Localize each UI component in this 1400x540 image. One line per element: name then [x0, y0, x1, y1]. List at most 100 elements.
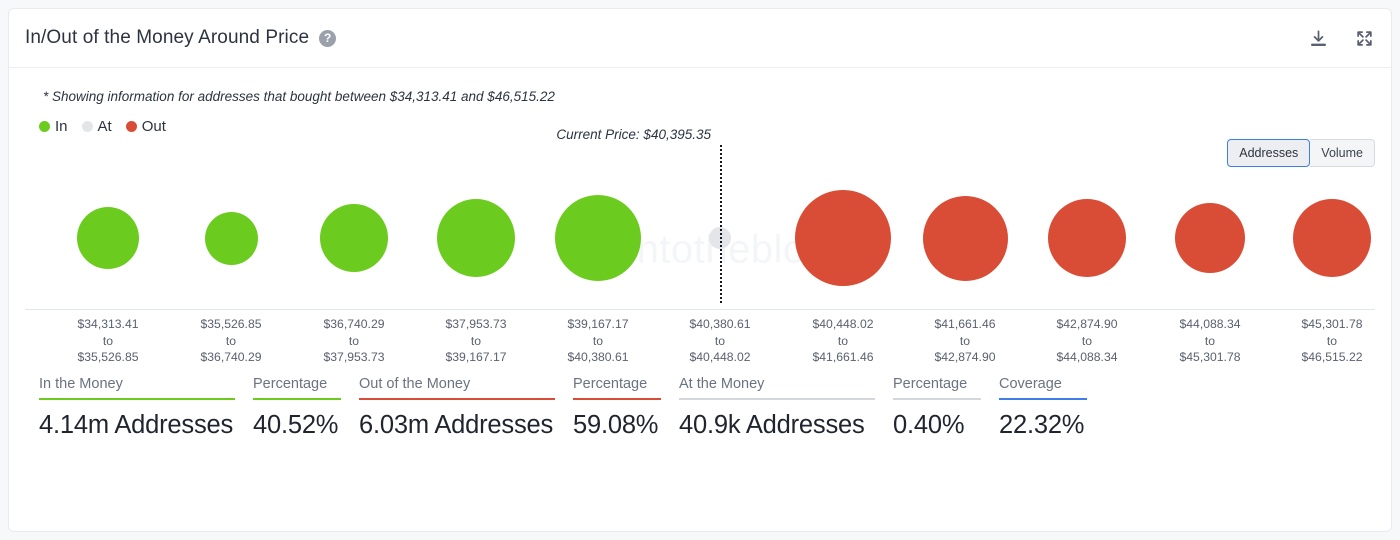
axis-range-high: $37,953.73 [323, 350, 385, 364]
axis-range-high: $45,301.78 [1179, 350, 1241, 364]
stat-value: 40.9k Addresses [679, 411, 865, 439]
x-axis-label: $41,661.46 to $42,874.90 [935, 316, 996, 366]
fullscreen-expand-icon[interactable] [1353, 27, 1375, 49]
axis-range-high: $36,740.29 [200, 350, 262, 364]
x-axis-label: $40,380.61 to $40,448.02 [690, 316, 751, 366]
bubble-cell [1149, 173, 1271, 303]
legend-item-in[interactable]: In [39, 118, 68, 135]
x-axis-label: $36,740.29 to $37,953.73 [324, 316, 385, 366]
help-circle-icon[interactable]: ? [319, 29, 337, 47]
axis-range-low: $37,953.73 [445, 317, 507, 331]
stat-label: Percentage [893, 376, 968, 392]
axis-range-separator: to [1081, 333, 1093, 348]
current-price-label: Current Price: $40,395.35 [556, 127, 711, 142]
axis-range-high: $44,088.34 [1056, 350, 1118, 364]
stat-block: At the Money 40.9k Addresses [679, 376, 875, 440]
bubble-cell [293, 173, 415, 303]
chart-card: In/Out of the Money Around Price ? * Sho… [8, 8, 1392, 532]
x-axis-label: $37,953.73 to $39,167.17 [446, 316, 507, 366]
bubble-in-2[interactable] [320, 204, 388, 272]
axis-range-high: $46,515.22 [1301, 350, 1363, 364]
stat-value: 0.40% [893, 411, 965, 439]
axis-range-separator: to [348, 333, 360, 348]
stat-value: 59.08% [573, 411, 659, 439]
bubble-cell [537, 173, 659, 303]
header-actions [1307, 27, 1375, 49]
axis-range-high: $42,874.90 [934, 350, 996, 364]
x-axis-label: $40,448.02 to $41,661.46 [813, 316, 874, 366]
x-axis-label: $45,301.78 to $46,515.22 [1302, 316, 1363, 366]
stat-block: Percentage 59.08% [573, 376, 661, 440]
bubble-cell [415, 173, 537, 303]
axis-range-separator: to [959, 333, 971, 348]
stat-block: Coverage 22.32% [999, 376, 1087, 440]
axis-range-high: $40,448.02 [689, 350, 751, 364]
axis-range-low: $44,088.34 [1179, 317, 1241, 331]
axis-range-low: $40,448.02 [812, 317, 874, 331]
bubble-cell [782, 173, 904, 303]
axis-range-separator: to [1204, 333, 1216, 348]
legend-dot-in-icon [39, 121, 50, 132]
stat-value: 40.52% [253, 411, 339, 439]
legend-label-in: In [55, 118, 68, 135]
axis-range-low: $34,313.41 [77, 317, 139, 331]
metric-toggle-group: Addresses Volume [1227, 139, 1375, 168]
legend-label-out: Out [141, 118, 166, 135]
stat-block: In the Money 4.14m Addresses [39, 376, 235, 440]
axis-range-separator: to [592, 333, 604, 348]
legend-label-at: At [97, 118, 112, 135]
download-icon[interactable] [1307, 27, 1329, 49]
legend-dot-at-icon [81, 121, 93, 132]
axis-range-high: $35,526.85 [77, 350, 139, 364]
bubble-in-4[interactable] [555, 195, 641, 281]
bubble-out-9[interactable] [1175, 203, 1245, 273]
legend-dot-out-icon [125, 121, 137, 132]
stat-label: Percentage [573, 376, 648, 392]
toggle-addresses[interactable]: Addresses [1227, 139, 1311, 168]
legend-item-at[interactable]: At [81, 118, 112, 135]
axis-range-separator: to [102, 333, 114, 348]
stat-value: 22.32% [999, 411, 1085, 439]
axis-range-low: $35,526.85 [200, 317, 262, 331]
current-price-line [720, 145, 722, 303]
bubble-cell [1026, 173, 1148, 303]
range-note: * Showing information for addresses that… [43, 89, 555, 104]
page-title: In/Out of the Money Around Price [25, 27, 310, 48]
toggle-volume[interactable]: Volume [1310, 139, 1375, 168]
card-header: In/Out of the Money Around Price ? [9, 9, 1391, 68]
summary-stats: In the Money 4.14m Addresses Percentage 40.… [25, 372, 1375, 440]
axis-range-separator: to [225, 333, 237, 348]
x-axis-label: $35,526.85 to $36,740.29 [201, 316, 262, 366]
axis-range-low: $39,167.17 [567, 317, 629, 331]
bubble-chart: intotheblock Current Price: $40,395.35 [31, 127, 1371, 303]
legend-item-out[interactable]: Out [125, 118, 166, 135]
axis-range-separator: to [714, 333, 726, 348]
x-axis-label: $34,313.41 to $35,526.85 [78, 316, 139, 366]
axis-range-separator: to [470, 333, 482, 348]
bubble-in-0[interactable] [77, 207, 139, 269]
stat-block: Out of the Money 6.03m Addresses [359, 376, 555, 440]
x-axis-label: $39,167.17 to $40,380.61 [568, 316, 629, 366]
axis-range-low: $42,874.90 [1056, 317, 1118, 331]
axis-range-low: $45,301.78 [1301, 317, 1363, 331]
bubble-in-1[interactable] [204, 211, 258, 265]
bubble-cell [47, 173, 169, 303]
axis-range-separator: to [1326, 333, 1338, 348]
stat-block: Percentage 0.40% [893, 376, 981, 440]
bubble-out-10[interactable] [1293, 199, 1371, 277]
stat-value: 4.14m Addresses [39, 411, 234, 439]
bubble-out-6[interactable] [795, 190, 891, 286]
stat-label: At the Money [679, 376, 765, 392]
axis-range-high: $40,380.61 [567, 350, 629, 364]
axis-range-high: $41,661.46 [812, 350, 874, 364]
bubble-cell [904, 173, 1026, 303]
bubble-out-8[interactable] [1048, 199, 1126, 277]
axis-range-high: $39,167.17 [445, 350, 507, 364]
stat-block: Percentage 40.52% [253, 376, 341, 440]
bubble-in-3[interactable] [437, 199, 515, 277]
bubble-out-7[interactable] [922, 195, 1008, 281]
axis-range-separator: to [837, 333, 849, 348]
axis-range-low: $36,740.29 [323, 317, 385, 331]
stat-label: In the Money [39, 376, 123, 392]
x-axis-labels: $34,313.41 to $35,526.85 $35,526.85 to $36,74… [31, 310, 1369, 372]
